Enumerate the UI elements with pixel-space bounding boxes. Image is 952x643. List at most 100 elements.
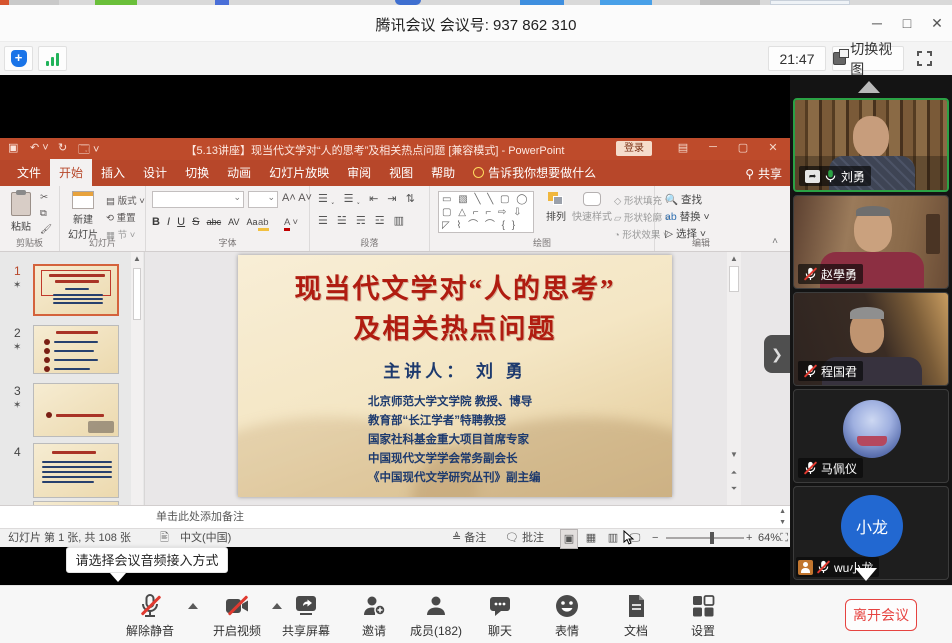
participant-tile-chengguojun[interactable]: 程国君 (793, 292, 949, 386)
slide4-thumbnail[interactable] (33, 443, 119, 498)
slide1-thumbnail[interactable] (33, 264, 119, 316)
layout-button[interactable]: ▤ 版式 ˅ (106, 193, 145, 207)
copy-icon[interactable]: ⧉ (40, 208, 47, 219)
participant-tile-zhaoxueyong[interactable]: 赵學勇 (793, 195, 949, 289)
font-size-select[interactable] (248, 191, 278, 208)
tab-slideshow[interactable]: 幻灯片放映 (260, 159, 338, 186)
start-video-button[interactable]: 开启视频 (213, 593, 261, 639)
thumb-scroll-thumb[interactable] (133, 268, 141, 320)
tab-help[interactable]: 帮助 (422, 159, 464, 186)
members-button[interactable]: 成员(182) (410, 593, 462, 639)
ppt-minimize-button[interactable]: ─ (702, 141, 724, 153)
tab-insert[interactable]: 插入 (92, 159, 134, 186)
tab-file[interactable]: 文件 (8, 159, 50, 186)
zoom-slider-thumb[interactable] (710, 532, 714, 544)
notes-scroll-icons[interactable]: ▲▼ (779, 506, 786, 528)
switch-view-button[interactable]: 切换视图 (832, 46, 904, 71)
current-slide[interactable]: 现当代文学对“人的思考” 及相关热点问题 主讲人： 刘 勇 北京师范大学文学院 … (238, 255, 672, 497)
shape-gallery[interactable]: ▭ ▧ ╲ ╲ ▢ ◯▢ △ ⌐ ⌐ ⇨ ⇩◸ ⌇ ⌒ ⌒ { } (438, 191, 534, 233)
chat-button[interactable]: 聊天 (487, 593, 513, 639)
sidebar-collapse-handle[interactable]: ❯ (764, 335, 790, 373)
slide-vertical-scrollbar[interactable]: ▲ ▼ ⏶ ⏷ (727, 252, 741, 505)
font-format-buttons[interactable]: B I U S abc AV Aa (152, 216, 262, 228)
font-name-select[interactable] (152, 191, 244, 208)
tab-view[interactable]: 视图 (380, 159, 422, 186)
spellcheck-icon[interactable]: 🖹 (160, 529, 169, 547)
scroll-thumb[interactable] (729, 266, 739, 292)
audio-options-caret[interactable] (188, 603, 198, 609)
participant-tile-liuyong[interactable]: ➦ 刘勇 (793, 98, 949, 192)
quick-styles-button[interactable]: 快速样式 (572, 192, 612, 223)
reading-view-button[interactable]: ▥ (604, 529, 622, 547)
minimize-button[interactable]: ─ (864, 11, 890, 35)
ppt-login-button[interactable]: 登录 (616, 141, 652, 156)
slide3-thumbnail[interactable] (33, 383, 119, 437)
video-options-caret[interactable] (272, 603, 282, 609)
underline-button[interactable]: U (177, 216, 185, 228)
slide2-thumbnail[interactable] (33, 325, 119, 374)
char-spacing-button[interactable]: AV (228, 217, 239, 227)
participant-tile-wuxiaolong[interactable]: 小龙 wu小龙 (793, 486, 949, 580)
save-icon[interactable]: ▣ (8, 141, 18, 154)
meeting-security-button[interactable] (4, 46, 33, 71)
zoom-in-button[interactable]: + (746, 529, 752, 547)
maximize-button[interactable]: □ (894, 11, 920, 35)
scroll-up-arrow-icon[interactable]: ▲ (727, 252, 741, 265)
zoom-level[interactable]: 64% (758, 529, 780, 547)
new-slide-button[interactable]: 新建 幻灯片 (64, 191, 102, 241)
slideshow-quick-icon[interactable]: 🗔 ˅ (78, 141, 99, 160)
slide1-number[interactable]: 1 (14, 264, 21, 278)
ppt-share-button[interactable]: ⚲ 共享 (745, 165, 782, 182)
font-color-button[interactable]: A ˅ (284, 217, 298, 228)
fit-slide-button[interactable]: ⛶ (780, 529, 788, 547)
tab-home[interactable]: 开始 (50, 159, 92, 186)
slide-sorter-view-button[interactable]: ▦ (582, 529, 600, 547)
settings-button[interactable]: 设置 (690, 593, 716, 639)
cut-icon[interactable]: ✂ (40, 192, 48, 203)
redo-icon[interactable]: ↻ (58, 141, 67, 154)
tab-animations[interactable]: 动画 (218, 159, 260, 186)
tab-design[interactable]: 设计 (134, 159, 176, 186)
zoom-out-button[interactable]: − (652, 529, 658, 547)
bold-button[interactable]: B (152, 216, 160, 228)
undo-icon[interactable]: ↶ ˅ (30, 141, 49, 154)
notes-toggle[interactable]: ≜ 备注 (452, 529, 486, 547)
tell-me-box[interactable]: 告诉我你想要做什么 (464, 159, 605, 186)
invite-button[interactable]: 邀请 (361, 593, 387, 639)
network-status-button[interactable] (38, 46, 67, 71)
zoom-slider[interactable] (666, 537, 744, 539)
tab-transitions[interactable]: 切换 (176, 159, 218, 186)
notes-pane[interactable]: 单击此处添加备注 ▲▼ (0, 505, 790, 528)
format-painter-icon[interactable]: 🖌 (40, 224, 52, 235)
ribbon-options-icon[interactable]: ▤ (672, 141, 694, 154)
paste-button[interactable]: 粘贴 (6, 192, 36, 233)
sidebar-scroll-down-icon[interactable] (855, 568, 877, 592)
align-buttons[interactable]: ☰ ☱ ☴ ☲ ▥ (318, 214, 407, 227)
fullscreen-button[interactable] (911, 46, 938, 71)
slide2-number[interactable]: 2 (14, 326, 21, 340)
language-indicator[interactable]: 中文(中国) (180, 529, 231, 547)
list-indent-buttons[interactable]: ☰˯ ☰˯ ⇤ ⇥ ⇅ (318, 192, 418, 205)
arrange-button[interactable]: 排列 (540, 192, 572, 223)
collapse-ribbon-icon[interactable]: ˄ (772, 236, 778, 247)
scroll-down-arrow-icon[interactable]: ▼ (727, 448, 741, 461)
change-case-button[interactable]: Aa (247, 217, 258, 227)
normal-view-button[interactable]: ▣ (560, 529, 578, 549)
strikethrough-button[interactable]: S (192, 216, 199, 228)
reactions-button[interactable]: 表情 (554, 593, 580, 639)
next-slide-icon[interactable]: ⏷ (727, 482, 741, 495)
find-button[interactable]: 🔍 查找 (665, 192, 702, 207)
text-shadow-button[interactable]: abc (207, 217, 222, 227)
previous-slide-icon[interactable]: ⏶ (727, 466, 741, 479)
docs-button[interactable]: 文档 (623, 593, 649, 639)
ppt-close-button[interactable]: ✕ (762, 141, 784, 154)
italic-button[interactable]: I (167, 216, 170, 228)
tab-review[interactable]: 审阅 (338, 159, 380, 186)
close-button[interactable]: ✕ (924, 11, 950, 35)
comments-toggle[interactable]: 🗨 批注 (505, 529, 544, 547)
grow-shrink-font-icons[interactable]: A˄ A˅ (282, 192, 312, 204)
reset-button[interactable]: ⟲ 重置 (106, 210, 136, 224)
slide3-number[interactable]: 3 (14, 384, 21, 398)
highlight-color-button[interactable]: ab (258, 217, 269, 228)
replace-button[interactable]: ab 替换 ˅ (665, 209, 710, 224)
